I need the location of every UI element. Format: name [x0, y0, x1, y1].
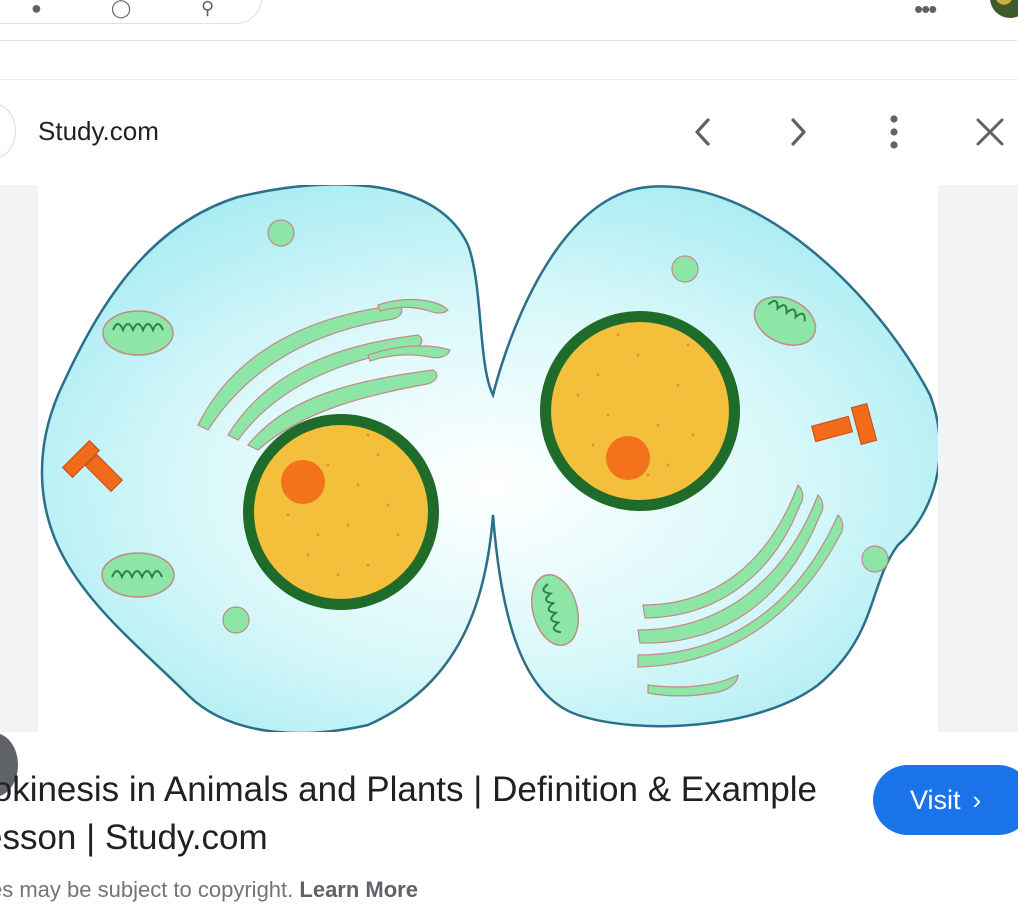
copyright-notice: es may be subject to copyright. Learn Mo…: [0, 877, 418, 903]
search-box[interactable]: ● ◯ ⚲: [0, 0, 262, 24]
search-header: ● ◯ ⚲ •••: [0, 0, 1018, 40]
apps-dots-icon[interactable]: •••: [914, 0, 937, 25]
header-spacer: [0, 41, 1018, 79]
learn-more-link[interactable]: Learn More: [299, 877, 418, 902]
title-line-2: esson | Study.com: [0, 818, 268, 857]
cell-membrane: [40, 185, 938, 732]
chevron-left-icon: [695, 118, 710, 146]
previous-image-button[interactable]: [683, 112, 723, 152]
vesicle: [267, 219, 295, 247]
visit-button[interactable]: Visit ›: [873, 765, 1018, 835]
chevron-right-icon: ›: [972, 784, 982, 815]
mitochondrion-left-top: [102, 310, 174, 356]
next-image-button[interactable]: [778, 112, 818, 152]
nucleus-right: [540, 311, 740, 511]
more-options-button[interactable]: [874, 112, 914, 152]
title-line-1: tokinesis in Animals and Plants | Defini…: [0, 770, 817, 809]
close-icon: [976, 118, 1004, 146]
vesicle: [671, 255, 699, 283]
source-favicon: [0, 104, 16, 158]
cell-division-illustration: [40, 185, 938, 732]
result-title[interactable]: tokinesis in Animals and Plants | Defini…: [0, 766, 843, 862]
source-name[interactable]: Study.com: [38, 116, 159, 147]
mic-icon[interactable]: ●: [31, 0, 42, 17]
close-preview-button[interactable]: [970, 112, 1010, 152]
mitochondrion-left-bottom: [101, 552, 175, 598]
search-icon[interactable]: ⚲: [201, 0, 214, 17]
vesicle: [861, 545, 889, 573]
chevron-right-icon: [791, 118, 806, 146]
image-preview-panel: Study.com tokinesis in Animals and Plant…: [0, 79, 1018, 919]
preview-image[interactable]: [38, 185, 938, 732]
more-vert-icon: [890, 115, 898, 149]
copyright-text: es may be subject to copyright.: [0, 877, 294, 902]
vesicle: [222, 606, 250, 634]
user-avatar[interactable]: [990, 0, 1018, 18]
preview-image-area: [0, 185, 1018, 797]
visit-label: Visit: [910, 784, 961, 815]
lens-icon[interactable]: ◯: [111, 0, 131, 17]
nucleus-left: [243, 414, 439, 610]
